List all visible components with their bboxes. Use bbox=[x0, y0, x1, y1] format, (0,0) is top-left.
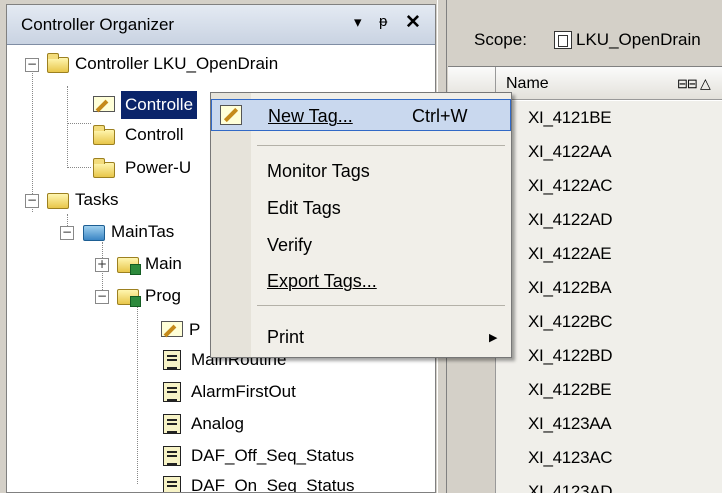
routine-icon bbox=[163, 414, 181, 434]
collapse-icon[interactable]: − bbox=[25, 194, 39, 208]
tree-node-label: Controller LKU_OpenDrain bbox=[75, 54, 279, 73]
tag-name: XI_4122AE bbox=[528, 244, 612, 263]
close-icon[interactable]: ✕ bbox=[405, 11, 421, 34]
pin-icon[interactable]: ᵽ bbox=[379, 13, 387, 30]
tag-name: XI_4123AC bbox=[528, 448, 613, 467]
controller-tags-icon bbox=[93, 96, 115, 112]
tree-node-label: DAF_Off_Seq_Status bbox=[191, 446, 355, 465]
tree-node-routine[interactable]: DAF_Off_Seq_Status bbox=[7, 442, 435, 470]
name-column-header[interactable]: Name bbox=[506, 75, 549, 93]
menu-separator bbox=[257, 305, 505, 306]
scope-dropdown[interactable]: LKU_OpenDrain bbox=[576, 30, 701, 50]
menu-item-label: Monitor Tags bbox=[267, 161, 370, 181]
collapse-icon[interactable]: − bbox=[60, 226, 74, 240]
menu-item-verify[interactable]: Verify bbox=[211, 229, 511, 261]
row-selector[interactable] bbox=[448, 441, 496, 475]
pane-options-dropdown-icon[interactable]: ▾ bbox=[354, 13, 362, 31]
task-icon bbox=[83, 225, 105, 241]
tree-node-label: Controlle bbox=[121, 91, 198, 119]
tree-node-label: Power-U bbox=[125, 158, 192, 177]
new-tag-icon bbox=[220, 105, 242, 125]
tag-name: XI_4122BA bbox=[528, 278, 612, 297]
table-row[interactable]: XI_4122BE bbox=[448, 373, 722, 407]
tree-node-controller[interactable]: − Controller LKU_OpenDrain bbox=[7, 50, 435, 78]
menu-item-monitor-tags[interactable]: Monitor Tags bbox=[211, 155, 511, 187]
organizer-title: Controller Organizer bbox=[21, 15, 175, 34]
tree-node-label: DAF_On_Seq_Status bbox=[191, 476, 355, 492]
folder-icon bbox=[93, 125, 115, 145]
program-tags-icon bbox=[161, 321, 183, 337]
tree-node-label: Prog bbox=[145, 286, 181, 305]
menu-item-label: Export Tags... bbox=[267, 271, 377, 291]
expand-icon[interactable]: + bbox=[95, 258, 109, 272]
main-routine-icon bbox=[163, 350, 181, 370]
tree-node-routine[interactable]: Analog bbox=[7, 410, 435, 438]
row-selector[interactable] bbox=[448, 475, 496, 493]
routine-icon bbox=[163, 382, 181, 402]
tree-node-label: MainTas bbox=[111, 222, 175, 241]
menu-item-shortcut: Ctrl+W bbox=[412, 106, 468, 126]
table-row[interactable]: XI_4123AD bbox=[448, 475, 722, 493]
tag-name: XI_4122BE bbox=[528, 380, 612, 399]
collapse-icon[interactable]: − bbox=[95, 290, 109, 304]
organizer-titlebar: Controller Organizer ▾ ᵽ ✕ bbox=[7, 5, 435, 45]
tag-name: XI_4122BC bbox=[528, 312, 613, 331]
tag-name: XI_4123AA bbox=[528, 414, 612, 433]
menu-item-label: New Tag... bbox=[268, 106, 353, 126]
menu-item-label: Verify bbox=[267, 235, 313, 255]
tree-node-label: Main bbox=[145, 254, 182, 273]
routine-icon bbox=[163, 476, 181, 492]
controller-scope-icon bbox=[554, 31, 572, 49]
folder-open-icon bbox=[47, 53, 69, 73]
menu-item-export-tags[interactable]: Export Tags... bbox=[211, 265, 511, 297]
folder-open-icon bbox=[47, 193, 69, 209]
tree-node-label: P bbox=[189, 320, 201, 339]
program-icon bbox=[117, 289, 141, 307]
collapse-icon[interactable]: − bbox=[25, 58, 39, 72]
menu-item-new-tag[interactable]: New Tag... Ctrl+W bbox=[211, 99, 511, 131]
tree-node-label: Controll bbox=[125, 125, 184, 144]
program-icon bbox=[117, 257, 141, 275]
tag-name: XI_4122AC bbox=[528, 176, 613, 195]
menu-item-print[interactable]: Print bbox=[211, 321, 511, 353]
menu-separator bbox=[257, 145, 505, 146]
filter-icon[interactable]: ⊟⊟ bbox=[677, 76, 701, 92]
menu-icon-strip bbox=[211, 93, 251, 357]
tag-name: XI_4121BE bbox=[528, 108, 612, 127]
context-menu: New Tag... Ctrl+W Monitor Tags Edit Tags… bbox=[210, 92, 512, 358]
tag-name: XI_4122BD bbox=[528, 346, 613, 365]
tree-node-label: AlarmFirstOut bbox=[191, 382, 296, 401]
menu-item-edit-tags[interactable]: Edit Tags bbox=[211, 192, 511, 224]
row-selector[interactable] bbox=[448, 407, 496, 441]
scope-label: Scope: bbox=[474, 30, 527, 49]
tag-name: XI_4122AD bbox=[528, 210, 613, 229]
sort-icon[interactable]: △ bbox=[700, 75, 711, 92]
tree-node-label: Tasks bbox=[75, 190, 119, 209]
tag-name: XI_4123AD bbox=[528, 482, 613, 493]
tree-node-label: Analog bbox=[191, 414, 244, 433]
menu-item-label: Print bbox=[267, 327, 305, 347]
folder-icon bbox=[93, 158, 115, 178]
table-row[interactable]: XI_4123AA bbox=[448, 407, 722, 441]
tree-node-routine[interactable]: DAF_On_Seq_Status bbox=[7, 472, 435, 492]
table-row[interactable]: XI_4123AC bbox=[448, 441, 722, 475]
tag-name: XI_4122AA bbox=[528, 142, 612, 161]
menu-item-label: Edit Tags bbox=[267, 198, 341, 218]
submenu-arrow-icon: ▶ bbox=[489, 332, 498, 344]
row-selector[interactable] bbox=[448, 373, 496, 407]
tree-node-routine[interactable]: AlarmFirstOut bbox=[7, 378, 435, 406]
routine-icon bbox=[163, 446, 181, 466]
